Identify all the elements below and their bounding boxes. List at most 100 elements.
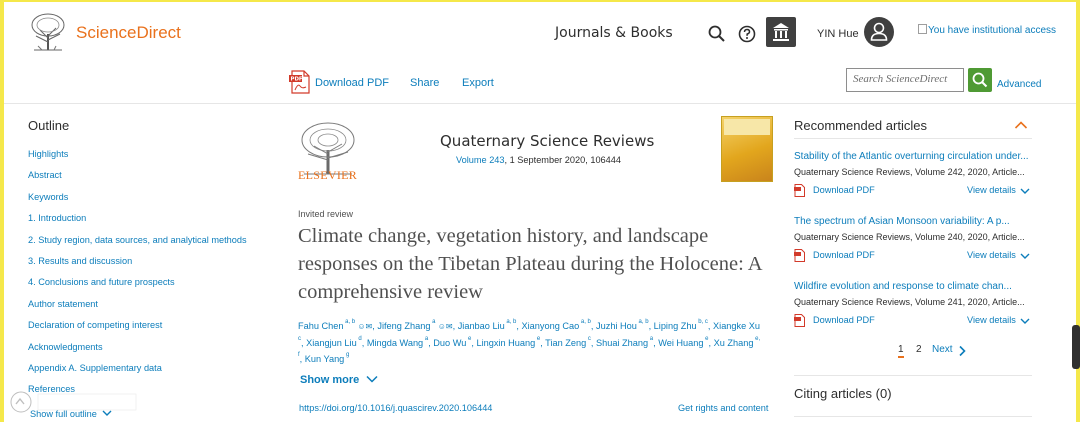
avatar[interactable] (864, 17, 894, 47)
outline-item[interactable]: 2. Study region, data sources, and analy… (28, 234, 247, 255)
author-link[interactable]: Juzhi Hou a, b (596, 319, 649, 331)
chevron-down-icon (366, 375, 378, 383)
outline-item[interactable]: Appendix A. Supplementary data (28, 362, 247, 383)
institutional-access-alt: You have institutional access (928, 25, 1057, 36)
page-1-link[interactable]: 1 (898, 344, 904, 358)
outline-item[interactable]: Highlights (28, 148, 247, 169)
pdf-icon[interactable] (794, 249, 805, 262)
author-link[interactable]: Lingxin Huang e (476, 336, 540, 348)
download-pdf-link[interactable]: Download PDF (813, 315, 875, 325)
download-pdf-link[interactable]: Download PDF (813, 185, 875, 195)
article-title: Climate change, vegetation history, and … (298, 225, 762, 303)
author-name: Lingxin Huang (476, 338, 536, 348)
pdf-icon[interactable] (794, 314, 805, 327)
author-link[interactable]: Mingda Wang a (367, 336, 428, 348)
download-pdf-link[interactable]: Download PDF (315, 77, 389, 89)
divider (794, 375, 1032, 376)
recommended-actions: Download PDF View details (794, 184, 1032, 200)
issue-date: , 1 September 2020, 106444 (504, 155, 621, 165)
download-pdf-link[interactable]: Download PDF (813, 250, 875, 260)
search-input[interactable]: Search ScienceDirect (846, 68, 964, 92)
recommended-title-link[interactable]: Wildfire evolution and response to clima… (794, 280, 1032, 294)
pdf-icon[interactable]: PDF (289, 70, 311, 94)
author-link[interactable]: Jifeng Zhang a ☺✉ (377, 319, 453, 331)
author-name: Wei Huang (658, 338, 704, 348)
author-link[interactable]: Duo Wu e (433, 336, 471, 348)
author-link[interactable]: Wei Huang e (658, 336, 708, 348)
pdf-icon[interactable] (794, 184, 805, 197)
recommended-meta: Quaternary Science Reviews, Volume 241, … (794, 297, 1025, 307)
author-name: Jianbao Liu (457, 321, 505, 331)
journal-cover-image[interactable] (721, 116, 773, 182)
author-name: Duo Wu (433, 338, 467, 348)
recommended-item: Stability of the Atlantic overturning ci… (794, 150, 1032, 200)
chevron-down-icon[interactable] (1020, 187, 1030, 195)
rights-link[interactable]: Get rights and content (678, 403, 768, 413)
svg-text:PDF: PDF (291, 77, 303, 83)
publisher-name: ELSEVIER (298, 168, 358, 182)
watermark-logo-icon (9, 390, 137, 414)
next-page-link[interactable]: Next (932, 344, 953, 355)
advanced-search-link[interactable]: Advanced (997, 79, 1041, 90)
citing-articles-header[interactable]: Citing articles (0) (794, 386, 892, 401)
author-link[interactable]: Kun Yang g (304, 352, 350, 364)
chevron-right-icon[interactable] (958, 345, 966, 357)
outline-item[interactable]: 4. Conclusions and future prospects (28, 276, 247, 297)
outline-item[interactable]: 1. Introduction (28, 212, 247, 233)
author-name: Xiangjun Liu (306, 338, 357, 348)
person-mail-icon: ☺✉ (355, 322, 373, 331)
author-link[interactable]: Fahu Chen a, b ☺✉ (298, 319, 373, 331)
view-details-link[interactable]: View details (967, 315, 1016, 325)
author-link[interactable]: Tian Zeng c (545, 336, 591, 348)
author-link[interactable]: Jianbao Liu a, b (457, 319, 517, 331)
export-link[interactable]: Export (462, 77, 494, 89)
author-affiliation: a, b (504, 319, 517, 325)
recommended-title-link[interactable]: The spectrum of Asian Monsoon variabilit… (794, 215, 1032, 229)
recommended-actions: Download PDF View details (794, 249, 1032, 265)
chevron-down-icon[interactable] (1020, 317, 1030, 325)
author-affiliation: a, b (579, 319, 591, 325)
recommended-actions: Download PDF View details (794, 314, 1032, 330)
institutional-access-image[interactable]: You have institutional access (918, 24, 1058, 37)
recommended-title-link[interactable]: Stability of the Atlantic overturning ci… (794, 150, 1032, 164)
author-name: Liping Zhu (653, 321, 697, 331)
show-more-button[interactable]: Show more (300, 374, 378, 386)
recommended-item: The spectrum of Asian Monsoon variabilit… (794, 215, 1032, 265)
outline-item[interactable]: Abstract (28, 169, 247, 190)
user-icon (870, 22, 888, 41)
user-name[interactable]: YIN Hue (817, 28, 859, 40)
outline-item[interactable]: Keywords (28, 191, 247, 212)
author-link[interactable]: Xianyong Cao a, b (522, 319, 591, 331)
doi-link[interactable]: https://doi.org/10.1016/j.quascirev.2020… (299, 403, 492, 413)
author-link[interactable]: Liping Zhu b, c (653, 319, 708, 331)
cover-title-band (724, 119, 770, 135)
elsevier-tree-logo-icon[interactable] (26, 10, 70, 54)
journal-name-link[interactable]: Quaternary Science Reviews (440, 132, 654, 150)
author-link[interactable]: Xiangjun Liu d (306, 336, 362, 348)
author-affiliation: g (344, 352, 350, 358)
search-icon[interactable] (707, 24, 727, 44)
scrollbar-handle[interactable] (1072, 325, 1080, 369)
author-link[interactable]: Shuai Zhang a (596, 336, 653, 348)
share-link[interactable]: Share (410, 77, 439, 89)
outline-item[interactable]: Declaration of competing interest (28, 319, 247, 340)
view-details-link[interactable]: View details (967, 250, 1016, 260)
chevron-down-icon[interactable] (1020, 252, 1030, 260)
search-submit-button[interactable] (968, 68, 992, 92)
outline-list: Highlights Abstract Keywords 1. Introduc… (28, 148, 247, 405)
chevron-up-icon[interactable] (1014, 120, 1028, 130)
volume-link[interactable]: Volume 243 (456, 155, 505, 165)
page-2-link[interactable]: 2 (916, 344, 922, 355)
person-mail-icon: ☺✉ (435, 322, 453, 331)
recommended-meta: Quaternary Science Reviews, Volume 240, … (794, 232, 1025, 242)
journals-books-link[interactable]: Journals & Books (555, 25, 673, 41)
view-details-link[interactable]: View details (967, 185, 1016, 195)
outline-item[interactable]: Acknowledgments (28, 341, 247, 362)
author-name: Kun Yang (304, 354, 345, 364)
institution-icon[interactable] (766, 17, 796, 47)
outline-item[interactable]: 3. Results and discussion (28, 255, 247, 276)
author-name: Xu Zhang (713, 338, 754, 348)
help-icon[interactable] (737, 24, 757, 44)
outline-item[interactable]: Author statement (28, 298, 247, 319)
brand-name[interactable]: ScienceDirect (76, 23, 181, 43)
